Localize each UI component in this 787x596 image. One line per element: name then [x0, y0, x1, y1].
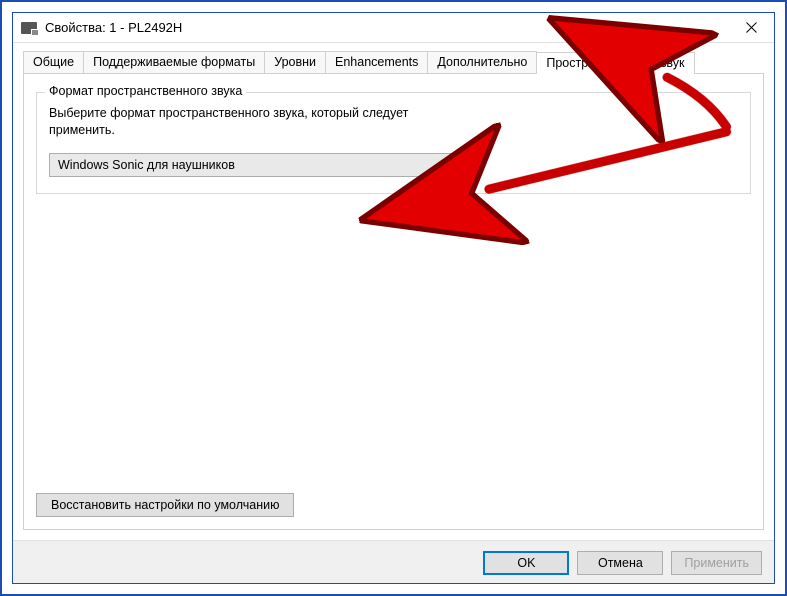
tab-advanced[interactable]: Дополнительно — [427, 51, 537, 73]
tab-general[interactable]: Общие — [23, 51, 84, 73]
tab-supported-formats[interactable]: Поддерживаемые форматы — [83, 51, 265, 73]
apply-button: Применить — [671, 551, 762, 575]
chevron-down-icon: ▾ — [455, 159, 460, 170]
ok-button[interactable]: OK — [483, 551, 569, 575]
groupbox-description: Выберите формат пространственного звука,… — [49, 105, 429, 139]
window-title: Свойства: 1 - PL2492H — [45, 20, 729, 35]
groupbox-title: Формат пространственного звука — [45, 84, 246, 98]
properties-dialog: Свойства: 1 - PL2492H Общие Поддерживаем… — [12, 12, 775, 584]
dropdown-selected-label: Windows Sonic для наушников — [58, 158, 235, 172]
monitor-icon — [21, 22, 37, 34]
tab-enhancements[interactable]: Enhancements — [325, 51, 428, 73]
dialog-body: Общие Поддерживаемые форматы Уровни Enha… — [13, 43, 774, 540]
restore-defaults-button[interactable]: Восстановить настройки по умолчанию — [36, 493, 294, 517]
tab-levels[interactable]: Уровни — [264, 51, 326, 73]
cancel-button[interactable]: Отмена — [577, 551, 663, 575]
titlebar: Свойства: 1 - PL2492H — [13, 13, 774, 43]
close-icon — [746, 22, 757, 33]
dialog-button-row: OK Отмена Применить — [13, 540, 774, 583]
spatial-format-dropdown[interactable]: Windows Sonic для наушников ▾ — [49, 153, 467, 177]
tab-content-spatial-sound: Формат пространственного звука Выберите … — [23, 73, 764, 530]
tabstrip: Общие Поддерживаемые форматы Уровни Enha… — [23, 51, 764, 73]
tab-spatial-sound[interactable]: Пространственный звук — [536, 52, 694, 74]
close-button[interactable] — [729, 13, 774, 43]
spatial-format-group: Формат пространственного звука Выберите … — [36, 92, 751, 194]
